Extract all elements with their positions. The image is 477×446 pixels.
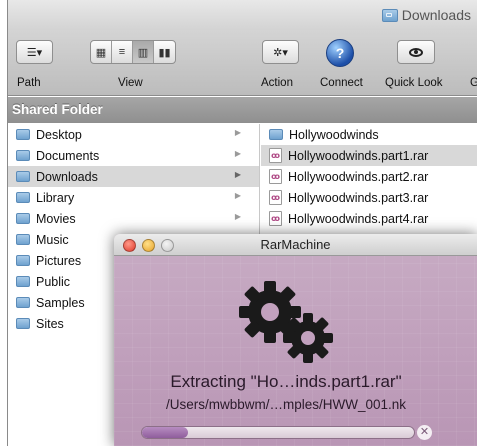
truncated-toolbar-label: Ge <box>470 77 477 89</box>
library-folder-icon <box>16 192 30 203</box>
folder-icon <box>16 129 30 140</box>
sidebar-item-label: Desktop <box>36 127 82 142</box>
columns-icon: ▥ <box>137 46 149 59</box>
coverflow-view-button[interactable]: ▮▮ <box>154 41 175 63</box>
sidebar-item-desktop[interactable]: Desktop ▶ <box>8 124 259 145</box>
action-button[interactable]: ✲▾ <box>262 40 299 64</box>
folder-icon <box>16 150 30 161</box>
quicklook-button[interactable] <box>397 40 435 64</box>
rarmachine-title-bar[interactable]: RarMachine <box>114 234 477 256</box>
sidebar-item-label: Pictures <box>36 253 82 268</box>
sidebar-item-label: Samples <box>36 295 85 310</box>
toolbar: ☰▾ Path ▦ ≡ ▥ ▮▮ View ✲▾ Action ? Connec… <box>8 30 477 96</box>
path-label: Path <box>17 77 41 89</box>
zoom-button[interactable] <box>161 239 174 252</box>
rarmachine-window: RarMachine Extracting "Ho…inds.part1.rar… <box>114 234 477 446</box>
file-item-hollywoodwinds-folder[interactable]: Hollywoodwinds <box>261 124 477 145</box>
file-item-part3[interactable]: ꝏ Hollywoodwinds.part3.rar <box>261 187 477 208</box>
sidebar-item-movies[interactable]: Movies ▶ <box>8 208 259 229</box>
extract-progress-bar <box>141 426 415 439</box>
column-view-button[interactable]: ▥ <box>133 41 154 63</box>
sidebar-item-downloads[interactable]: Downloads ▶ <box>8 166 259 187</box>
movies-folder-icon <box>16 213 30 224</box>
downloads-folder-icon <box>16 171 30 182</box>
file-item-part1[interactable]: ꝏ Hollywoodwinds.part1.rar <box>261 145 477 166</box>
sidebar-item-label: Documents <box>36 148 100 163</box>
gears-icon <box>239 281 333 363</box>
sites-folder-icon <box>16 318 30 329</box>
extract-status-text: Extracting "Ho…inds.part1.rar" <box>170 372 402 391</box>
disclosure-arrow-icon: ▶ <box>234 170 241 179</box>
sidebar-item-label: Music <box>36 232 69 247</box>
music-folder-icon <box>16 234 30 245</box>
sidebar-item-label: Sites <box>36 316 64 331</box>
sidebar-item-label: Public <box>36 274 71 289</box>
path-menu-icon: ☰▾ <box>26 46 43 59</box>
pictures-folder-icon <box>16 255 30 266</box>
grid-icon: ▦ <box>95 46 107 59</box>
cancel-extract-button[interactable]: ✕ <box>417 425 432 440</box>
folder-icon <box>16 297 30 308</box>
close-button[interactable] <box>123 239 136 252</box>
view-label: View <box>118 77 143 89</box>
file-name: Hollywoodwinds.part3.rar <box>288 190 429 205</box>
disclosure-arrow-icon: ▶ <box>234 149 241 158</box>
downloads-folder-icon <box>381 8 398 22</box>
connect-label: Connect <box>320 77 363 89</box>
connect-button[interactable]: ? <box>326 39 354 67</box>
gear-icon: ✲▾ <box>273 46 288 59</box>
rar-archive-icon: ꝏ <box>269 211 282 226</box>
list-view-button[interactable]: ≡ <box>112 41 133 63</box>
minimize-button[interactable] <box>142 239 155 252</box>
sidebar-item-label: Movies <box>36 211 76 226</box>
sidebar-item-label: Downloads <box>36 169 98 184</box>
eye-icon <box>409 47 423 57</box>
public-folder-icon <box>16 276 30 287</box>
sidebar-item-documents[interactable]: Documents ▶ <box>8 145 259 166</box>
title-bar[interactable]: Downloads <box>8 0 477 30</box>
disclosure-arrow-icon: ▶ <box>234 191 241 200</box>
disclosure-arrow-icon: ▶ <box>234 128 241 137</box>
view-segmented-control[interactable]: ▦ ≡ ▥ ▮▮ <box>90 40 176 64</box>
file-name: Hollywoodwinds.part1.rar <box>288 148 429 163</box>
window-title-group: Downloads <box>381 7 471 23</box>
coverflow-icon: ▮▮ <box>158 46 171 59</box>
sidebar-item-library[interactable]: Library ▶ <box>8 187 259 208</box>
disclosure-arrow-icon: ▶ <box>234 212 241 221</box>
quicklook-label: Quick Look <box>385 77 443 89</box>
connect-globe-icon: ? <box>335 45 345 61</box>
rar-archive-icon: ꝏ <box>269 148 282 163</box>
sidebar-header: Shared Folder <box>8 97 477 123</box>
extract-progress-fill <box>142 427 189 438</box>
window-title: Downloads <box>401 7 471 23</box>
close-icon: ✕ <box>419 426 430 438</box>
file-item-part4[interactable]: ꝏ Hollywoodwinds.part4.rar <box>261 208 477 229</box>
file-item-part2[interactable]: ꝏ Hollywoodwinds.part2.rar <box>261 166 477 187</box>
folder-icon <box>269 129 283 140</box>
path-button[interactable]: ☰▾ <box>16 40 53 64</box>
sidebar-item-label: Library <box>36 190 75 205</box>
rarmachine-title: RarMachine <box>260 237 331 252</box>
rar-archive-icon: ꝏ <box>269 169 282 184</box>
action-label: Action <box>261 77 293 89</box>
rar-archive-icon: ꝏ <box>269 190 282 205</box>
file-name: Hollywoodwinds.part2.rar <box>288 169 429 184</box>
file-name: Hollywoodwinds <box>289 127 379 142</box>
file-name: Hollywoodwinds.part4.rar <box>288 211 429 226</box>
extract-path-text: /Users/mwbbwm/…mples/HWW_001.nk <box>165 397 407 412</box>
list-icon: ≡ <box>118 46 126 58</box>
icon-view-button[interactable]: ▦ <box>91 41 112 63</box>
